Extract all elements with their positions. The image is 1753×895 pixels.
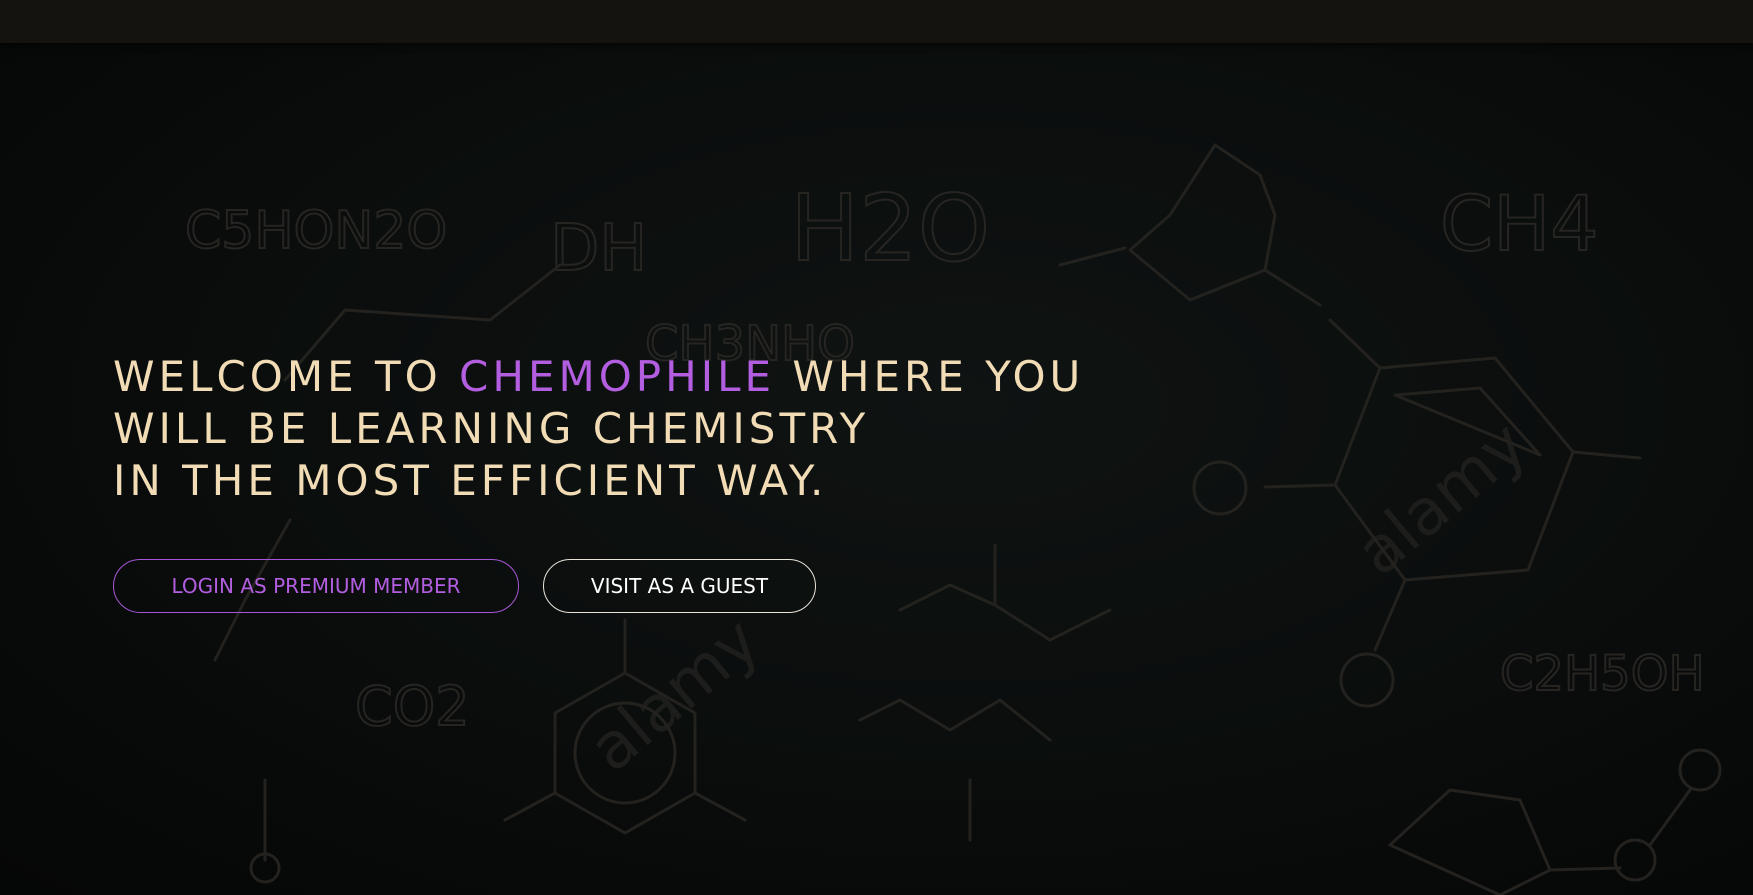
bg-oxygen-atom xyxy=(1678,748,1722,792)
headline-prefix: WELCOME TO xyxy=(113,352,460,401)
bg-formula-3: H2O xyxy=(790,175,990,282)
bg-bond xyxy=(1058,246,1127,267)
bg-formula-2: DH xyxy=(550,212,647,286)
bg-ring-bottom-right xyxy=(1388,788,1552,895)
headline-line-3: IN THE MOST EFFICIENT WAY. xyxy=(113,456,828,505)
hero-actions: LOGIN AS PREMIUM MEMBER VISIT AS A GUEST xyxy=(113,559,816,613)
landing-page: C5HON2O DH H2O CH4 CH3NHO CO2 C2H5OH ala… xyxy=(0,0,1753,895)
bg-ring-top xyxy=(1128,143,1277,302)
login-premium-button[interactable]: LOGIN AS PREMIUM MEMBER xyxy=(113,559,519,613)
hero-section: WELCOME TO CHEMOPHILE WHERE YOU WILL BE … xyxy=(113,351,1084,507)
bg-oxygen-atom xyxy=(1192,460,1248,516)
brand-name: CHEMOPHILE xyxy=(459,352,776,401)
bg-oxygen-atom xyxy=(1339,652,1395,708)
bg-bond xyxy=(503,791,557,822)
bg-chain xyxy=(858,698,1052,742)
headline-line-1: WELCOME TO CHEMOPHILE WHERE YOU xyxy=(113,352,1084,401)
bg-bond xyxy=(693,791,747,822)
bg-bond xyxy=(1571,450,1642,460)
bg-bond xyxy=(1263,268,1322,307)
hero-headline: WELCOME TO CHEMOPHILE WHERE YOU WILL BE … xyxy=(113,351,1084,507)
bg-formula-7: C2H5OH xyxy=(1500,646,1705,702)
bg-formula-4: CH4 xyxy=(1440,179,1599,268)
top-bar xyxy=(0,0,1753,43)
visit-as-guest-button[interactable]: VISIT AS A GUEST xyxy=(543,559,816,613)
bg-watermark-2: alamy xyxy=(1343,407,1541,590)
bg-bond xyxy=(1263,483,1337,489)
bg-formula-1: C5HON2O xyxy=(185,201,447,261)
bg-bond xyxy=(1648,788,1692,847)
bg-bond xyxy=(1328,318,1382,370)
bg-formula-6: CO2 xyxy=(355,675,470,738)
bg-chain xyxy=(898,583,1112,642)
headline-suffix: WHERE YOU xyxy=(775,352,1085,401)
bg-bond xyxy=(1548,866,1622,872)
headline-line-2: WILL BE LEARNING CHEMISTRY xyxy=(113,404,870,453)
